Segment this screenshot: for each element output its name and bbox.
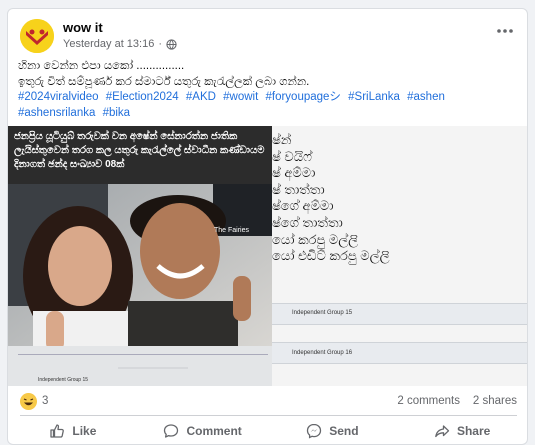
couple-photo[interactable]: ජනප්‍රිය යූටියුබ් තරුවක් වන අෂේන් සේනාරත…	[8, 126, 272, 386]
post-card: wow it Yesterday at 13:16 · හිනා වෙන්න එ…	[7, 8, 528, 445]
ballot-name-list: ෂ්න් ෂ් වයිෆ් ෂ් අම්මා ෂ් තාත්තා ෂ්ගේ අම…	[272, 132, 390, 265]
hashtag-link[interactable]: #2024viralvideo	[18, 91, 99, 103]
hashtag-link[interactable]: #AKD	[186, 91, 216, 103]
laugh-emoji-icon[interactable]	[20, 393, 37, 410]
hashtag-link[interactable]: #ashensrilanka	[18, 107, 95, 119]
globe-icon	[166, 38, 177, 50]
photo-caption: ජනප්‍රිය යූටියුබ් තරුවක් වන අෂේන් සේනාරත…	[8, 126, 272, 184]
ballot-label-left: Independent Group 15	[38, 377, 89, 383]
hashtag-link[interactable]: #bika	[103, 107, 131, 119]
photo-watermark: The Fairies	[214, 227, 250, 234]
post-text: හිනා වෙන්න එපා යකෝ ............... ඉතුරු…	[18, 59, 523, 121]
post-media[interactable]: ජනප්‍රිය යූටියුබ් තරුවක් වන අෂේන් සේනාරත…	[8, 126, 527, 386]
ballot-name-line: ෂ්ගේ තාත්තා	[272, 214, 343, 230]
comment-label: Comment	[186, 424, 242, 438]
more-dots-icon	[497, 29, 513, 33]
laugh-face-icon	[20, 393, 37, 410]
post-actions: Like Comment Send Share	[8, 417, 527, 444]
ballot-name-line: යෝ එඩිට් කරපු මල්ලි	[272, 248, 390, 264]
more-options-button[interactable]	[495, 21, 515, 41]
ballot-name-line: ෂ් අම්මා	[272, 165, 316, 181]
share-arrow-icon	[435, 425, 450, 438]
send-label: Send	[329, 424, 359, 438]
post-line-1: හිනා වෙන්න එපා යකෝ ...............	[18, 60, 185, 72]
avatar-logo-icon	[20, 19, 54, 53]
hashtag-link[interactable]: #Election2024	[106, 91, 179, 103]
hashtag-link[interactable]: #wowit	[223, 91, 258, 103]
post-meta: Yesterday at 13:16 ·	[63, 38, 177, 50]
post-timestamp[interactable]: Yesterday at 13:16	[63, 38, 154, 50]
ballot-list-image[interactable]: ෂ්න් ෂ් වයිෆ් ෂ් අම්මා ෂ් තාත්තා ෂ්ගේ අම…	[272, 126, 527, 386]
share-count[interactable]: 2 shares	[473, 395, 517, 407]
comment-bubble-icon	[164, 424, 179, 438]
hashtag-list: #2024viralvideo #Election2024 #AKD #wowi…	[18, 90, 523, 121]
comment-count[interactable]: 2 comments	[397, 395, 460, 407]
ballot-name-line: ෂ් වයිෆ්	[272, 148, 312, 164]
ballot-row-label: Independent Group 15	[292, 310, 353, 316]
share-button[interactable]: Share	[397, 417, 527, 444]
divider	[20, 415, 517, 416]
ballot-row-16: Independent Group 16	[272, 342, 527, 364]
ballot-name-line: ෂ්න්	[272, 132, 292, 147]
ballot-row-15: Independent Group 15	[272, 303, 527, 325]
post-header: wow it Yesterday at 13:16 ·	[8, 9, 527, 59]
thumbs-up-icon	[50, 424, 65, 438]
post-stats: 3 2 comments 2 shares	[20, 393, 517, 411]
hashtag-link[interactable]: #ashen	[407, 91, 445, 103]
like-button[interactable]: Like	[8, 417, 138, 444]
share-label: Share	[456, 424, 491, 438]
ballot-name-line: ෂ් තාත්තා	[272, 181, 325, 197]
comment-button[interactable]: Comment	[138, 417, 268, 444]
page-name[interactable]: wow it	[63, 20, 103, 35]
messenger-icon	[307, 423, 322, 439]
meta-separator: ·	[158, 38, 163, 50]
ballot-row-label: Independent Group 16	[292, 350, 353, 356]
post-line-2: ඉතුරු විත් සම්පූර්ණ කර ස්මාර්ට් යතුරු කැ…	[18, 75, 310, 88]
page-avatar[interactable]	[20, 19, 54, 53]
ballot-name-line: යෝ කරපු මල්ලි	[272, 231, 359, 247]
hashtag-link[interactable]: #SriLanka	[348, 91, 400, 103]
send-button[interactable]: Send	[268, 417, 398, 444]
ballot-name-line: ෂ්ගේ අම්මා	[272, 198, 334, 214]
reaction-count[interactable]: 3	[42, 395, 48, 407]
like-label: Like	[72, 424, 97, 438]
hashtag-link[interactable]: #foryoupageシ	[265, 91, 340, 103]
